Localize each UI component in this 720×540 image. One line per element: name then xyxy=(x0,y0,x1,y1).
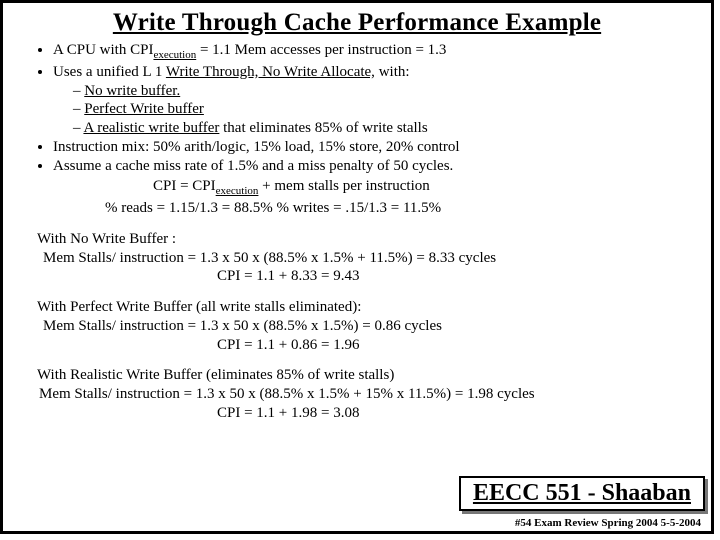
nowb-l1: Mem Stalls/ instruction = 1.3 x 50 x (88… xyxy=(37,249,693,268)
bullet-list: A CPU with CPIexecution = 1.1 Mem access… xyxy=(31,41,693,218)
sub-1: No write buffer. xyxy=(73,82,693,101)
nowb-l2: CPI = 1.1 + 8.33 = 9.43 xyxy=(37,267,693,286)
eq-block: CPI = CPIexecution + mem stalls per inst… xyxy=(53,177,693,218)
nowb-h: With No Write Buffer : xyxy=(37,230,693,249)
bullet-4: Assume a cache miss rate of 1.5% and a m… xyxy=(53,157,693,218)
b1-sub: execution xyxy=(153,49,196,61)
slide-content: A CPU with CPIexecution = 1.1 Mem access… xyxy=(3,41,711,423)
slide-title: Write Through Cache Performance Example xyxy=(3,9,711,37)
section-real-wb: With Realistic Write Buffer (eliminates … xyxy=(31,366,693,422)
sub-3: A realistic write buffer that eliminates… xyxy=(73,119,693,138)
slide-frame: Write Through Cache Performance Example … xyxy=(0,0,714,534)
b4-text: Assume a cache miss rate of 1.5% and a m… xyxy=(53,158,453,174)
sub-3-post: that eliminates 85% of write stalls xyxy=(219,120,427,136)
bullet-1: A CPU with CPIexecution = 1.1 Mem access… xyxy=(53,41,693,63)
course-tag: EECC 551 - Shaaban xyxy=(459,476,705,511)
perfwb-h: With Perfect Write Buffer (all write sta… xyxy=(37,298,693,317)
eq2: % reads = 1.15/1.3 = 88.5% % writes = .1… xyxy=(105,199,441,218)
section-no-wb: With No Write Buffer : Mem Stalls/ instr… xyxy=(31,230,693,286)
b1-mid: = 1.1 Mem accesses per instruction = 1.3 xyxy=(196,42,446,58)
sub-bullet-list: No write buffer. Perfect Write buffer A … xyxy=(53,82,693,138)
sub-3-pre: A realistic write buffer xyxy=(83,120,219,136)
sub-2-text: Perfect Write buffer xyxy=(84,101,204,117)
perfwb-l1: Mem Stalls/ instruction = 1.3 x 50 x (88… xyxy=(37,317,693,336)
slide-footer: #54 Exam Review Spring 2004 5-5-2004 xyxy=(515,517,701,529)
realwb-l1: Mem Stalls/ instruction = 1.3 x 50 x (88… xyxy=(33,385,693,404)
b2-post: with: xyxy=(375,64,410,80)
b1-pre: A CPU with CPI xyxy=(53,42,153,58)
realwb-l2: CPI = 1.1 + 1.98 = 3.08 xyxy=(37,404,693,423)
eq1-sub: execution xyxy=(216,185,259,197)
perfwb-l2: CPI = 1.1 + 0.86 = 1.96 xyxy=(37,336,693,355)
b2-pre: Uses a unified L 1 xyxy=(53,64,166,80)
bullet-3: Instruction mix: 50% arith/logic, 15% lo… xyxy=(53,138,693,157)
sub-1-text: No write buffer. xyxy=(84,83,180,99)
eq1-pre: CPI = CPI xyxy=(153,178,216,194)
section-perf-wb: With Perfect Write Buffer (all write sta… xyxy=(31,298,693,354)
b2-u: Write Through, No Write Allocate, xyxy=(166,64,375,80)
realwb-h: With Realistic Write Buffer (eliminates … xyxy=(37,366,693,385)
eq1-post: + mem stalls per instruction xyxy=(258,178,429,194)
sub-2: Perfect Write buffer xyxy=(73,100,693,119)
bullet-2: Uses a unified L 1 Write Through, No Wri… xyxy=(53,63,693,138)
